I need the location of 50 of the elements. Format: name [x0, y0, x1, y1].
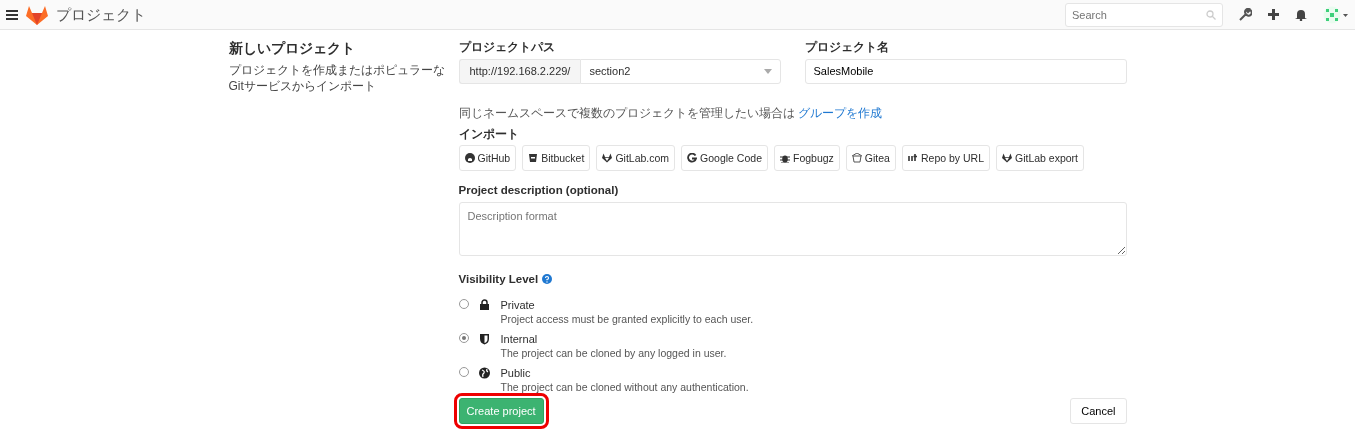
radio-button[interactable] [458, 298, 469, 309]
bell-icon[interactable] [1295, 8, 1307, 21]
fox-logo-icon[interactable] [26, 4, 48, 25]
radio-button[interactable] [458, 366, 469, 377]
octocat-icon [464, 153, 475, 164]
option-label: Internal [500, 331, 539, 346]
import-button[interactable]: Repo by URL [901, 145, 990, 172]
menu-icon[interactable] [6, 9, 18, 20]
import-button[interactable]: Fogbugz [774, 145, 840, 172]
page-heading: 新しいプロジェクト [228, 40, 356, 58]
search-field[interactable]: Search [1065, 2, 1223, 27]
field-label: Visibility Level [458, 271, 539, 287]
globe-icon [478, 366, 490, 379]
import-button[interactable]: Gitea [845, 145, 896, 172]
create-group-link[interactable]: グループを作成 [797, 105, 882, 120]
help-icon[interactable] [542, 274, 553, 285]
name-field[interactable]: SalesMobile [804, 58, 1127, 84]
bug-icon [780, 153, 790, 164]
description-field[interactable]: Description format [458, 202, 1127, 257]
field-label: Project description (optional) [458, 183, 620, 199]
import-button[interactable]: GitLab.com [596, 145, 676, 172]
plus-icon[interactable] [1268, 9, 1279, 20]
field-label: プロジェクトパス [458, 40, 556, 55]
shield-icon [478, 332, 490, 345]
field-label: プロジェクト名 [804, 40, 890, 55]
cancel-button[interactable]: Cancel [1070, 398, 1127, 425]
import-button[interactable]: Bitbucket [522, 145, 591, 172]
import-button[interactable]: GitHub [458, 145, 517, 172]
page-description: プロジェクトを作成またはポピュラーなGitサービスからインポート [228, 61, 446, 94]
import-button[interactable]: GitLab export [996, 145, 1085, 172]
teacup-icon [851, 153, 862, 164]
search-icon [1206, 9, 1216, 20]
g-letter-icon [687, 153, 698, 164]
option-help-text: The project can be cloned without any authentication. [500, 380, 749, 395]
caret-icon [763, 68, 772, 74]
lock-icon [478, 298, 490, 311]
option-help-text: The project can be cloned by any logged in user. [500, 346, 727, 361]
fox-icon [602, 153, 613, 164]
app-title: プロジェクト [56, 4, 146, 25]
option-label: Private [500, 297, 536, 312]
option-help-text: Project access must be granted explicitly to each user. [500, 312, 754, 327]
section-label: インポート [458, 126, 520, 142]
namespace-select[interactable]: section2 [580, 58, 781, 84]
group-note: 同じネームスペースで複数のプロジェクトを管理したい場合は グループを作成 [458, 105, 883, 122]
fox-icon [1002, 153, 1012, 164]
option-label: Public [500, 365, 532, 380]
bucket-icon [528, 153, 539, 164]
import-button[interactable]: Google Code [681, 145, 768, 172]
radio-button[interactable] [458, 332, 469, 343]
path-prefix: http://192.168.2.229/ [458, 58, 581, 84]
